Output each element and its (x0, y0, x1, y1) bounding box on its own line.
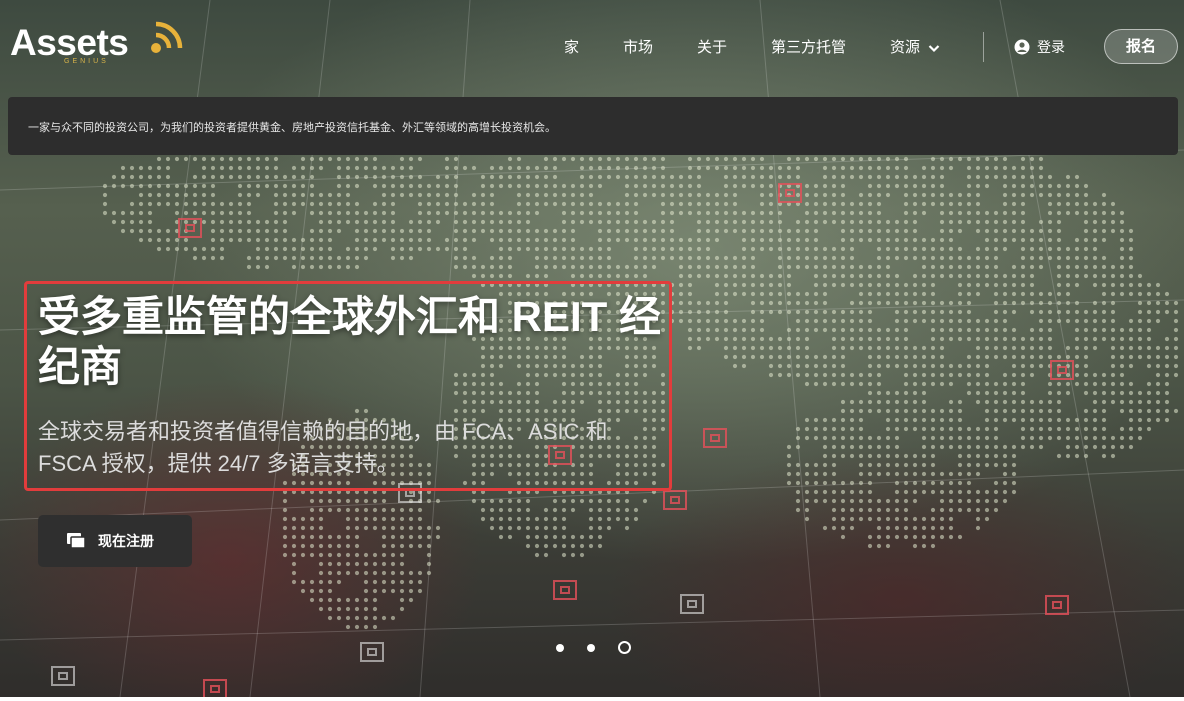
login-label: 登录 (1037, 39, 1065, 55)
hero-section: Assets GENIUS 家 市场 关于 第三方托管 资源 登录 报名 一家与 (0, 0, 1184, 697)
carousel-dot-2[interactable] (587, 644, 595, 652)
nav-item-resources[interactable]: 资源 (890, 36, 940, 57)
signup-button[interactable]: 报名 (1104, 29, 1178, 64)
nav-item-about[interactable]: 关于 (697, 36, 727, 57)
register-now-button[interactable]: 现在注册 (38, 515, 192, 567)
hero-headline: 受多重监管的全球外汇和 REIT 经纪商 (38, 293, 662, 390)
hero-subline: 全球交易者和投资者值得信赖的目的地，由 FCA、ASIC 和 FSCA 授权，提… (38, 419, 608, 476)
user-circle-icon (1014, 39, 1030, 55)
register-now-label: 现在注册 (98, 533, 154, 549)
nav-item-markets[interactable]: 市场 (623, 36, 653, 57)
chevron-down-icon (928, 44, 940, 52)
wifi-signal-icon (151, 21, 183, 53)
nav-item-escrow[interactable]: 第三方托管 (771, 36, 846, 57)
nav-item-home[interactable]: 家 (564, 36, 579, 57)
logo-subtext: GENIUS (64, 58, 109, 65)
banner-text: 一家与众不同的投资公司，为我们的投资者提供黄金、房地产投资信托基金、外汇等领域的… (28, 122, 556, 134)
login-link[interactable]: 登录 (1014, 37, 1065, 57)
carousel-dot-1[interactable] (556, 644, 564, 652)
nav-item-resources-label: 资源 (890, 39, 921, 56)
document-stack-icon (67, 533, 86, 549)
carousel-dot-3[interactable] (618, 641, 631, 654)
nav-divider (983, 32, 984, 62)
site-logo[interactable]: Assets GENIUS (10, 18, 185, 70)
announcement-banner: 一家与众不同的投资公司，为我们的投资者提供黄金、房地产投资信托基金、外汇等领域的… (8, 97, 1178, 155)
